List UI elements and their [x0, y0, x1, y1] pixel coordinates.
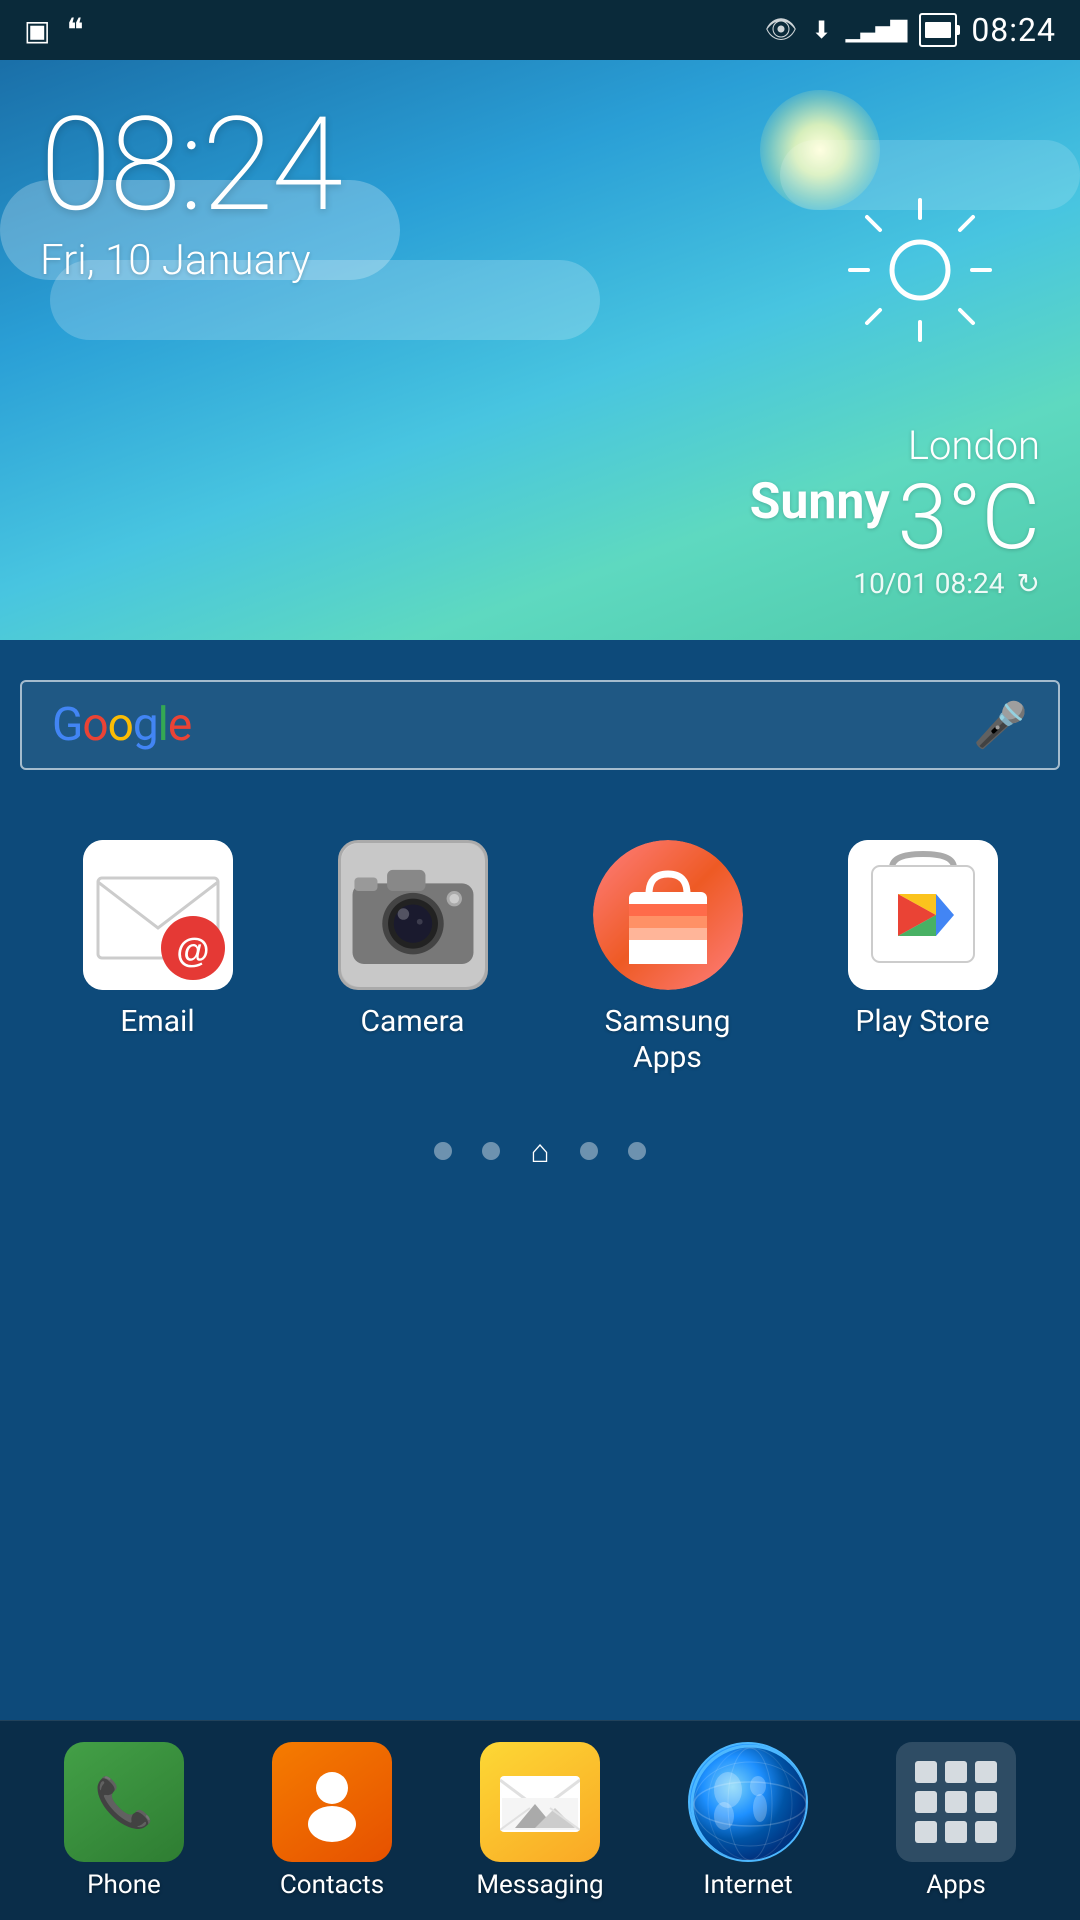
weather-condition: Sunny: [750, 473, 890, 531]
app-samsung[interactable]: SamsungApps: [568, 840, 768, 1076]
status-time: 08:24: [971, 11, 1056, 49]
email-label: Email: [120, 1004, 194, 1040]
weather-clock: 08:24: [40, 100, 1040, 230]
apps-grid-icon: [897, 1743, 1015, 1861]
status-bar: ▣ ❝ 👁 ⬇ ▁▃▅▇ 08:24: [0, 0, 1080, 60]
app-play-store[interactable]: Play Store: [823, 840, 1023, 1040]
svg-text:@: @: [176, 932, 209, 970]
app-email[interactable]: @ Email: [58, 840, 258, 1040]
weather-city: London: [750, 422, 1040, 469]
weather-details: London Sunny 3°C 10/01 08:24 ↻: [750, 422, 1040, 600]
page-dot-4[interactable]: [580, 1142, 598, 1160]
dock: 📞 Phone Contacts: [0, 1720, 1080, 1920]
weather-date: Fri, 10 January: [40, 236, 1040, 285]
camera-label: Camera: [361, 1004, 465, 1040]
download-icon: ⬇: [812, 16, 832, 44]
notification-icon: ❝: [66, 11, 83, 49]
screenshot-icon: ▣: [24, 14, 50, 47]
home-dot[interactable]: ⌂: [530, 1132, 549, 1170]
contacts-label: Contacts: [280, 1870, 384, 1900]
phone-icon[interactable]: 📞: [64, 1742, 184, 1862]
dock-internet[interactable]: Internet: [658, 1742, 838, 1900]
globe[interactable]: [688, 1742, 808, 1862]
messaging-label: Messaging: [476, 1870, 603, 1900]
status-left-icons: ▣ ❝: [24, 11, 84, 49]
play-store-icon[interactable]: [848, 840, 998, 990]
email-icon[interactable]: @: [83, 840, 233, 990]
internet-label: Internet: [703, 1870, 792, 1900]
page-dot-2[interactable]: [482, 1142, 500, 1160]
voice-search-icon[interactable]: 🎤: [973, 699, 1028, 751]
samsung-icon[interactable]: [593, 840, 743, 990]
svg-text:📞: 📞: [94, 1772, 154, 1831]
samsung-label: SamsungApps: [605, 1004, 731, 1076]
google-logo: Google: [52, 698, 191, 752]
battery-icon: [919, 13, 957, 47]
camera-icon[interactable]: [338, 840, 488, 990]
dock-contacts[interactable]: Contacts: [242, 1742, 422, 1900]
signal-icon: ▁▃▅▇: [846, 18, 906, 43]
dock-apps[interactable]: Apps: [866, 1742, 1046, 1900]
apps-label: Apps: [926, 1870, 986, 1900]
page-dot-5[interactable]: [628, 1142, 646, 1160]
page-indicator: ⌂: [0, 1126, 1080, 1176]
privacy-icon: 👁: [765, 15, 798, 45]
contacts-icon[interactable]: [272, 1742, 392, 1862]
dock-messaging[interactable]: Messaging: [450, 1742, 630, 1900]
page-dot-1[interactable]: [434, 1142, 452, 1160]
apps-grid: @ Email: [0, 780, 1080, 1106]
weather-widget[interactable]: 08:24 Fri, 10 January London Sunny 3°C 1…: [0, 60, 1080, 640]
weather-content: 08:24 Fri, 10 January London Sunny 3°C 1…: [0, 60, 1080, 640]
refresh-icon[interactable]: ↻: [1017, 567, 1040, 600]
internet-icon[interactable]: [688, 1742, 808, 1862]
play-store-label: Play Store: [855, 1004, 989, 1040]
weather-updated: 10/01 08:24 ↻: [750, 567, 1040, 600]
status-right-icons: 👁 ⬇ ▁▃▅▇ 08:24: [765, 11, 1057, 49]
apps-icon[interactable]: [896, 1742, 1016, 1862]
messaging-icon[interactable]: [480, 1742, 600, 1862]
weather-temperature: 3°C: [898, 473, 1040, 563]
weather-desc-temp: Sunny 3°C: [750, 473, 1040, 563]
phone-label: Phone: [87, 1870, 161, 1900]
search-bar[interactable]: Google 🎤: [20, 680, 1060, 770]
dock-phone[interactable]: 📞 Phone: [34, 1742, 214, 1900]
app-camera[interactable]: Camera: [313, 840, 513, 1040]
